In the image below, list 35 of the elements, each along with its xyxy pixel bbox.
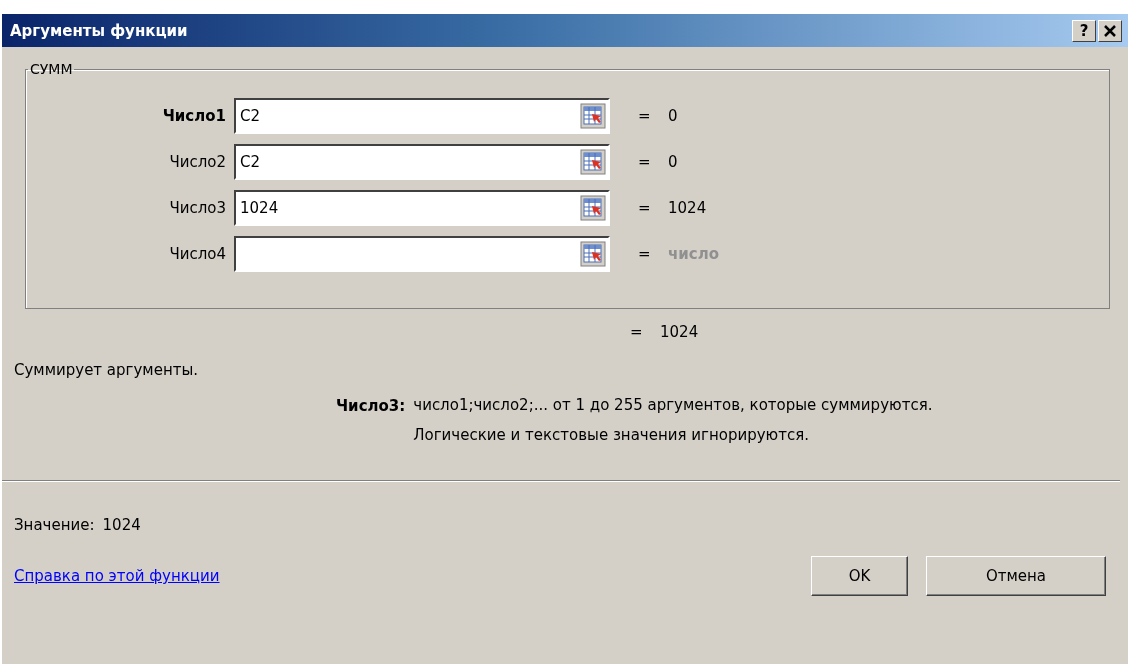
equals-sign: = (638, 245, 652, 263)
argument-field[interactable]: C2 (234, 144, 610, 180)
argument-label: Число2 (168, 153, 227, 171)
help-link[interactable]: Справка по этой функции (14, 567, 220, 585)
argument-result: 0 (668, 107, 678, 125)
range-picker-icon[interactable] (580, 195, 606, 221)
argument-field[interactable]: 1024 (234, 190, 610, 226)
argument-help-label: Число3: (336, 397, 406, 417)
value-text: 1024 (102, 516, 141, 534)
group-title: СУММ (29, 61, 74, 77)
help-button[interactable]: ? (1072, 19, 1096, 42)
argument-result: 0 (668, 153, 678, 171)
range-picker-icon[interactable] (580, 149, 606, 175)
range-picker-icon[interactable] (580, 241, 606, 267)
equals-sign: = (638, 153, 652, 171)
value-label: Значение: (14, 516, 95, 534)
close-button[interactable] (1098, 19, 1122, 42)
argument-field[interactable]: C2 (234, 98, 610, 134)
equals-sign: = (638, 199, 652, 217)
argument-result: число (668, 245, 719, 263)
argument-label: Число1 (161, 107, 227, 125)
ok-button[interactable]: OK (811, 556, 908, 596)
function-description: Суммирует аргументы. (14, 361, 200, 379)
argument-field[interactable] (234, 236, 610, 272)
equals-sign: = (638, 107, 652, 125)
range-picker-icon[interactable] (580, 103, 606, 129)
argument-label: Число3 (168, 199, 227, 217)
close-icon (1103, 23, 1117, 38)
equals-sign: = (630, 323, 644, 341)
window-title: Аргументы функции (10, 21, 188, 40)
cancel-button[interactable]: Отмена (926, 556, 1106, 596)
formula-result: 1024 (660, 323, 699, 341)
argument-result: 1024 (668, 199, 707, 217)
argument-help-text: число1;число2;... от 1 до 255 аргументов, которые суммируются. Логические и текстовые значения игнорируются. (413, 395, 933, 446)
argument-label: Число4 (168, 245, 227, 263)
